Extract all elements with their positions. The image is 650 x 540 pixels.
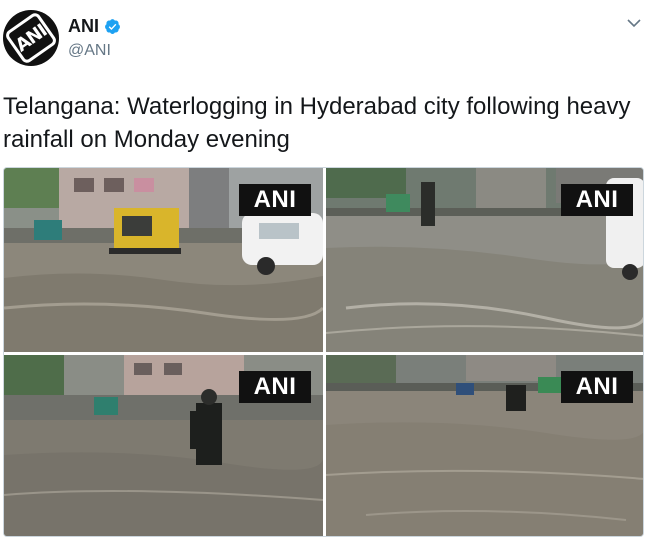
- avatar-logo-text: ANI: [11, 20, 51, 56]
- media-grid: ANI ANI ANI ANI: [3, 167, 644, 537]
- tweet-card: ANI ANI @ANI Telangana: Waterlogging in …: [0, 0, 650, 540]
- tweet-text: Telangana: Waterlogging in Hyderabad cit…: [3, 93, 631, 153]
- photo-3[interactable]: ANI: [4, 355, 323, 536]
- verified-badge-icon: [105, 19, 120, 34]
- author-handle[interactable]: @ANI: [68, 42, 121, 60]
- chevron-down-icon[interactable]: [627, 18, 641, 28]
- photo-2[interactable]: ANI: [326, 168, 643, 352]
- ani-watermark: ANI: [561, 371, 633, 403]
- avatar[interactable]: ANI: [3, 10, 59, 66]
- author-block: ANI @ANI: [68, 16, 121, 60]
- ani-watermark: ANI: [239, 371, 311, 403]
- photo-4[interactable]: ANI: [326, 355, 643, 536]
- ani-watermark: ANI: [561, 184, 633, 216]
- ani-watermark: ANI: [239, 184, 311, 216]
- author-name-row[interactable]: ANI: [68, 16, 121, 37]
- author-display-name[interactable]: ANI: [68, 16, 99, 37]
- photo-1[interactable]: ANI: [4, 168, 323, 352]
